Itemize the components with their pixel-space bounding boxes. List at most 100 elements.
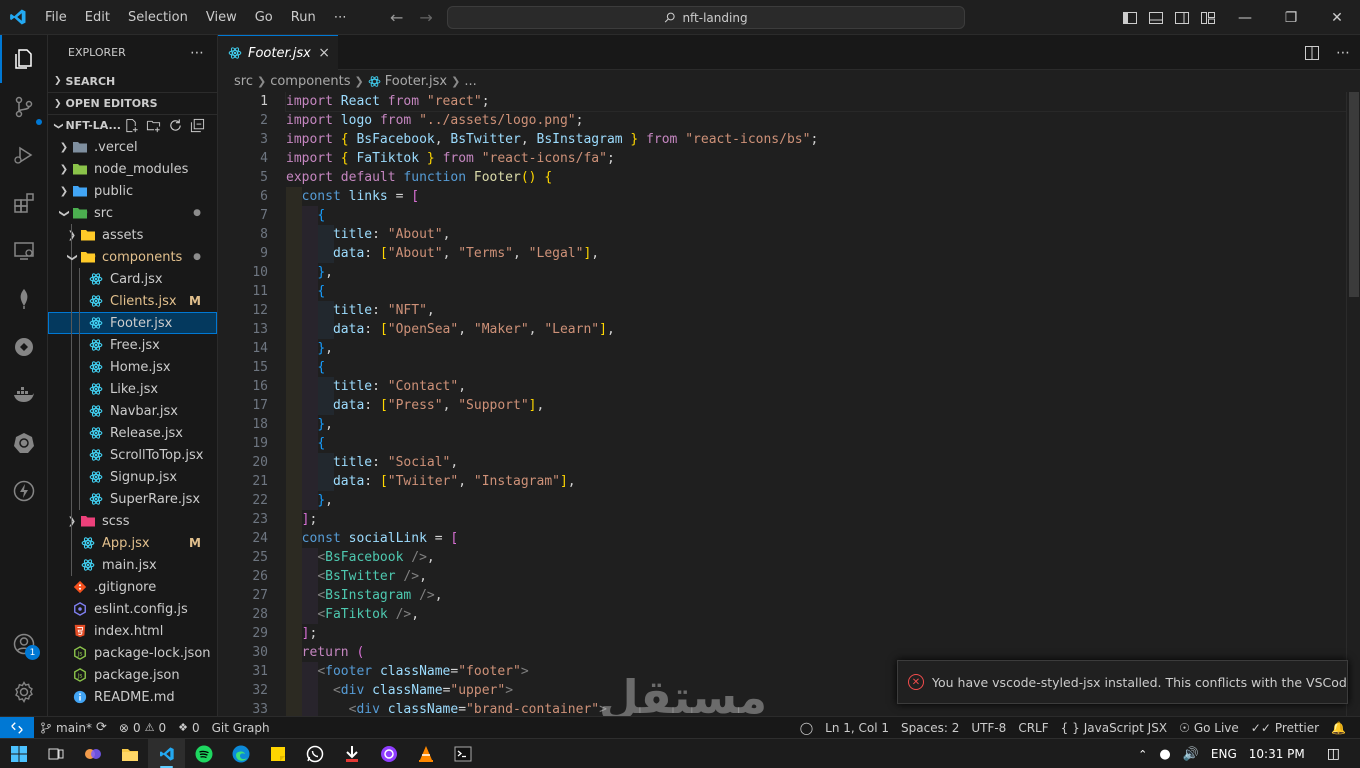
notification-center-icon[interactable]: ◫ (1327, 746, 1340, 762)
docker-icon[interactable] (0, 371, 48, 419)
whatsapp-icon[interactable] (296, 739, 333, 768)
code-line[interactable]: title: "NFT", (286, 301, 1348, 320)
tree-item-home-jsx[interactable]: Home.jsx (48, 356, 217, 378)
tree-item-node-modules[interactable]: ❯ node_modules (48, 158, 217, 180)
cursor-position[interactable]: Ln 1, Col 1 (819, 721, 895, 735)
forward-arrow-icon[interactable]: → (419, 8, 432, 27)
extensions-icon[interactable] (0, 179, 48, 227)
code-line[interactable]: data: ["About", "Terms", "Legal"], (286, 244, 1348, 263)
restore-icon[interactable]: ❐ (1268, 0, 1314, 35)
problems-indicator[interactable]: ⊗ 0 ⚠ 0 (113, 721, 172, 735)
ports-indicator[interactable]: ❖ 0 (172, 721, 206, 735)
collapse-all-icon[interactable] (190, 118, 205, 133)
split-editor-icon[interactable] (1304, 45, 1320, 61)
code-line[interactable]: title: "Contact", (286, 377, 1348, 396)
language-mode[interactable]: { } JavaScript JSX (1055, 721, 1173, 735)
code-line[interactable]: <BsFacebook />, (286, 548, 1348, 567)
encoding[interactable]: UTF-8 (965, 721, 1012, 735)
download-manager-icon[interactable] (333, 739, 370, 768)
menu-run[interactable]: Run (282, 0, 325, 35)
kubernetes-icon[interactable] (0, 419, 48, 467)
breadcrumb-file[interactable]: Footer.jsx (385, 74, 447, 89)
command-center-search[interactable]: nft-landing (447, 6, 965, 29)
toggle-primary-sidebar-icon[interactable] (1122, 10, 1138, 26)
tree-item-free-jsx[interactable]: Free.jsx (48, 334, 217, 356)
code-line[interactable]: }, (286, 263, 1348, 282)
code-line[interactable]: { (286, 282, 1348, 301)
media-app-icon[interactable] (370, 739, 407, 768)
tree-item-assets[interactable]: ❯ assets (48, 224, 217, 246)
menu-more[interactable]: ⋯ (325, 0, 356, 35)
code-line[interactable]: const socialLink = [ (286, 529, 1348, 548)
breadcrumb-components[interactable]: components (270, 74, 350, 89)
tree-item-footer-jsx[interactable]: Footer.jsx (48, 312, 217, 334)
toggle-secondary-sidebar-icon[interactable] (1174, 10, 1190, 26)
code-line[interactable]: ]; (286, 510, 1348, 529)
prettier-button[interactable]: ✓✓ Prettier (1245, 721, 1325, 735)
run-debug-icon[interactable] (0, 131, 48, 179)
tree-item-signup-jsx[interactable]: Signup.jsx (48, 466, 217, 488)
vlc-icon[interactable] (407, 739, 444, 768)
indentation[interactable]: Spaces: 2 (895, 721, 965, 735)
source-control-icon[interactable] (0, 83, 48, 131)
tree-item-index-html[interactable]: index.html (48, 620, 217, 642)
tree-item-gitignore[interactable]: .gitignore (48, 576, 217, 598)
go-live-button[interactable]: ☉ Go Live (1173, 721, 1245, 735)
minimize-icon[interactable]: — (1222, 0, 1268, 35)
breadcrumb-symbol[interactable]: ... (464, 74, 476, 89)
tree-item-card-jsx[interactable]: Card.jsx (48, 268, 217, 290)
code-line[interactable]: data: ["Press", "Support"], (286, 396, 1348, 415)
customize-layout-icon[interactable] (1200, 10, 1216, 26)
menu-file[interactable]: File (36, 0, 76, 35)
branch-indicator[interactable]: main* ⟳ (34, 720, 113, 735)
code-line[interactable]: import { FaTiktok } from "react-icons/fa… (286, 149, 1348, 168)
tree-item-public[interactable]: ❯ public (48, 180, 217, 202)
tree-item-release-jsx[interactable]: Release.jsx (48, 422, 217, 444)
tab-footer-jsx[interactable]: Footer.jsx × (218, 35, 338, 70)
code-line[interactable]: { (286, 434, 1348, 453)
notifications-bell-icon[interactable]: 🔔 (1325, 721, 1352, 735)
close-window-icon[interactable]: ✕ (1314, 0, 1360, 35)
system-clock[interactable]: 10:31 PM (1249, 747, 1305, 761)
file-explorer-icon[interactable] (111, 739, 148, 768)
scrollbar-thumb[interactable] (1349, 92, 1359, 297)
tree-item-superrare-jsx[interactable]: SuperRare.jsx (48, 488, 217, 510)
tree-item-package-json[interactable]: js package.json (48, 664, 217, 686)
back-arrow-icon[interactable]: ← (390, 8, 403, 27)
edge-browser-icon[interactable] (222, 739, 259, 768)
code-line[interactable]: data: ["Twiiter", "Instagram"], (286, 472, 1348, 491)
settings-gear-icon[interactable] (0, 668, 48, 716)
menu-edit[interactable]: Edit (76, 0, 119, 35)
code-line[interactable]: { (286, 358, 1348, 377)
code-line[interactable]: title: "About", (286, 225, 1348, 244)
menu-go[interactable]: Go (246, 0, 282, 35)
tree-item-package-lock-json[interactable]: js package-lock.json (48, 642, 217, 664)
vscode-taskbar-icon[interactable] (148, 738, 185, 768)
code-line[interactable]: const links = [ (286, 187, 1348, 206)
code-line[interactable]: ]; (286, 624, 1348, 643)
tree-item-main-jsx[interactable]: main.jsx (48, 554, 217, 576)
code-line[interactable]: }, (286, 491, 1348, 510)
code-line[interactable]: import logo from "../assets/logo.png"; (286, 111, 1348, 130)
volume-icon[interactable]: 🔊 (1183, 747, 1199, 762)
git-graph-button[interactable]: Git Graph (206, 721, 276, 735)
tree-item-like-jsx[interactable]: Like.jsx (48, 378, 217, 400)
terminal-icon[interactable] (444, 739, 481, 768)
wifi-icon[interactable]: ● (1159, 747, 1170, 762)
code-line[interactable]: { (286, 206, 1348, 225)
explorer-more-icon[interactable]: ⋯ (190, 45, 205, 61)
keyboard-language[interactable]: ENG (1211, 747, 1237, 761)
code-line[interactable]: }, (286, 339, 1348, 358)
code-line[interactable]: <BsTwitter />, (286, 567, 1348, 586)
code-line[interactable]: data: ["OpenSea", "Maker", "Learn"], (286, 320, 1348, 339)
open-editors-section-header[interactable]: ❯ OPEN EDITORS (48, 92, 217, 114)
sticky-notes-icon[interactable] (259, 739, 296, 768)
code-lines[interactable]: import React from "react"; import logo fr… (285, 92, 1349, 716)
tree-item-navbar-jsx[interactable]: Navbar.jsx (48, 400, 217, 422)
refresh-icon[interactable] (168, 118, 183, 133)
thunder-client-icon[interactable] (0, 467, 48, 515)
end-of-line[interactable]: CRLF (1012, 721, 1054, 735)
tab-close-icon[interactable]: × (318, 45, 330, 61)
search-section-header[interactable]: ❯ SEARCH (48, 70, 217, 92)
tree-item-eslint-config-js[interactable]: eslint.config.js (48, 598, 217, 620)
